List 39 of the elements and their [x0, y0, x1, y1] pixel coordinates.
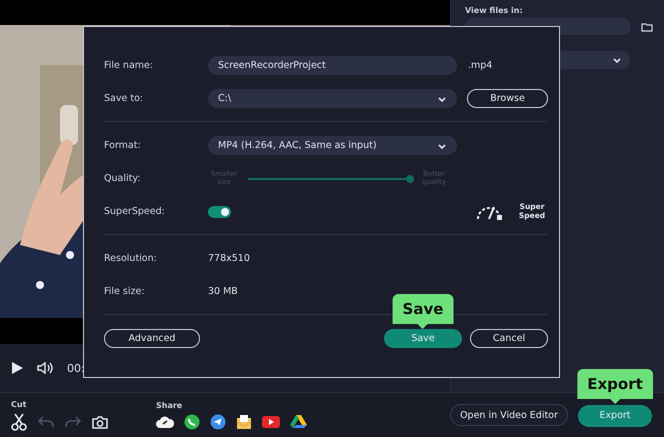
paper-plane-icon[interactable] — [210, 414, 226, 430]
field-label: Quality: — [104, 173, 142, 184]
field-label: SuperSpeed: — [104, 206, 166, 217]
chevron-icon — [437, 142, 447, 150]
name-field[interactable]: ScreenRecorderProject — [208, 56, 457, 75]
value-text: 30 MB — [208, 286, 238, 297]
browse-button[interactable]: Browse — [467, 89, 548, 108]
chevron-icon — [612, 56, 622, 64]
envelope-icon[interactable] — [236, 414, 252, 430]
triangle-drive-icon[interactable] — [290, 414, 307, 429]
folder-dropdown[interactable]: C:\ — [208, 89, 457, 108]
format-dropdown[interactable]: MP4 (H.264, AAC, Same as input) — [208, 136, 457, 155]
time-label: 00: — [67, 362, 85, 374]
dialog-button[interactable]: Cancel — [470, 329, 548, 348]
play-icon[interactable] — [11, 361, 23, 375]
folder-icon[interactable] — [641, 22, 653, 32]
callout-tooltip: Export — [577, 368, 653, 404]
camera-icon[interactable] — [92, 414, 108, 428]
extension-label: .mp4 — [468, 60, 492, 71]
callout-tooltip: Save — [392, 294, 454, 329]
video-play-icon[interactable] — [262, 414, 280, 428]
slider-thumb[interactable] — [406, 174, 414, 182]
dialog-button[interactable]: Advanced — [104, 329, 200, 348]
volume-icon[interactable] — [37, 361, 53, 375]
field-label: Resolution: — [104, 253, 158, 264]
field-label: File size: — [104, 286, 146, 297]
field-label: Format: — [104, 140, 142, 151]
cloud-link-icon[interactable] — [156, 414, 174, 428]
chevron-icon — [437, 94, 447, 102]
open-editor-button[interactable]: Open in Video Editor — [450, 404, 568, 426]
section-label: Cut — [11, 400, 28, 408]
scissors-icon[interactable] — [11, 412, 27, 430]
field-label: File name: — [104, 60, 154, 71]
section-label: Share — [156, 400, 184, 410]
field-label: Save to: — [104, 93, 144, 104]
toggle-switch[interactable] — [208, 206, 231, 218]
field-label: View files in: — [465, 6, 524, 15]
chat-bubble-icon[interactable] — [184, 414, 200, 430]
value-text: 778x510 — [208, 253, 250, 264]
